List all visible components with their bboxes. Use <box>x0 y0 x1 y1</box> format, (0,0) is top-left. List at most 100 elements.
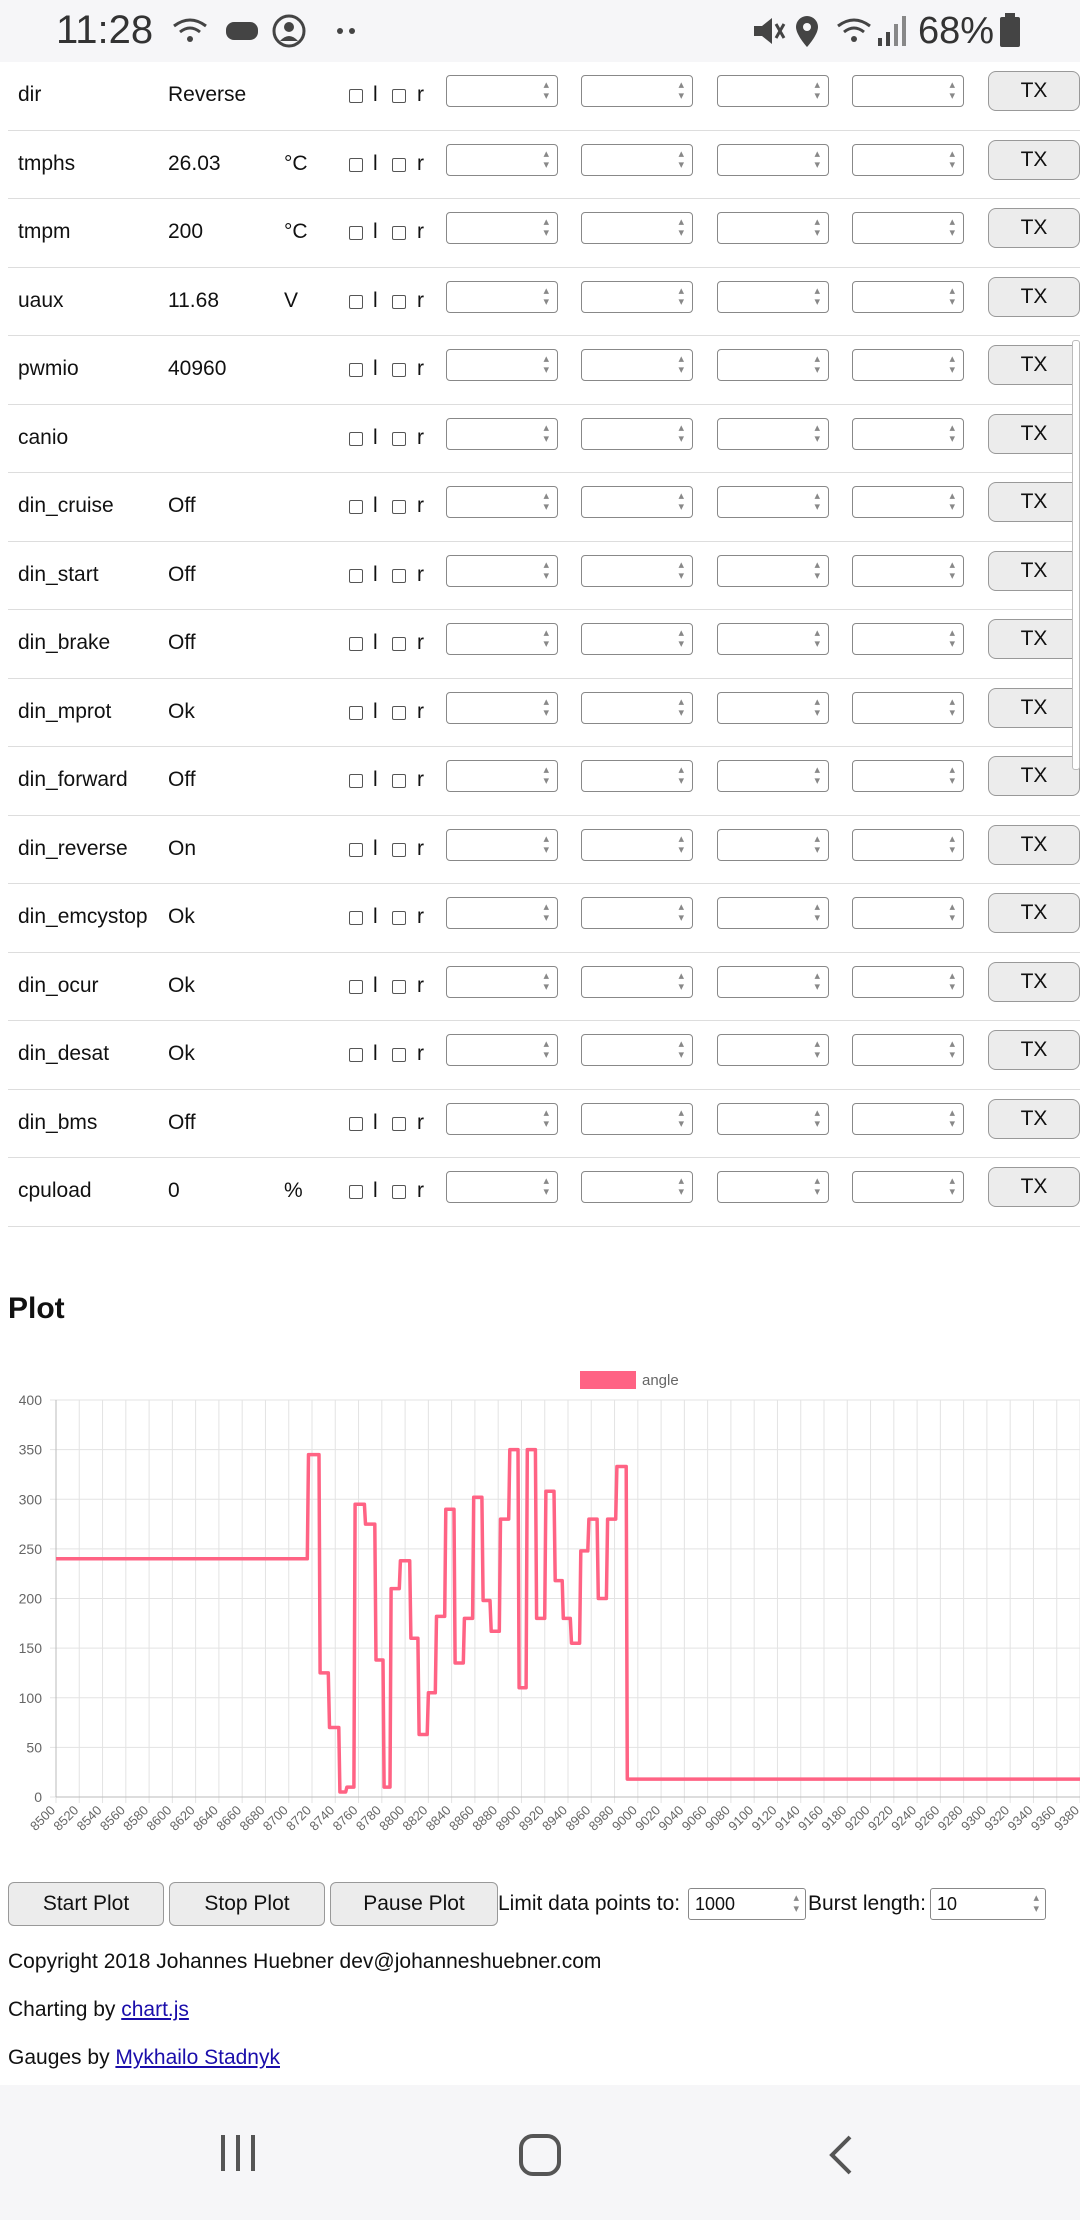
tx-button[interactable]: TX <box>988 1167 1080 1207</box>
read-checkbox[interactable] <box>392 911 406 925</box>
read-checkbox[interactable] <box>392 500 406 514</box>
log-checkbox[interactable] <box>349 842 363 857</box>
param-spin-input-4[interactable]: ▴ ▾ <box>852 897 964 929</box>
param-spin-input-3[interactable]: ▴ ▾ <box>717 828 829 861</box>
param-spin-input-4[interactable]: ▴ ▾ <box>852 1171 964 1203</box>
read-checkbox[interactable] <box>392 842 406 857</box>
param-spin-input-2[interactable]: ▴ ▾ <box>581 280 693 313</box>
param-spin-input-1[interactable]: ▴ ▾ <box>446 75 558 107</box>
spinner-arrows-icon[interactable]: ▴ ▾ <box>678 491 684 513</box>
log-checkbox[interactable] <box>349 774 363 788</box>
log-checkbox[interactable] <box>349 431 363 446</box>
stop-plot-button[interactable]: Stop Plot <box>169 1882 325 1926</box>
spinner-arrows-icon[interactable]: ▴ ▾ <box>949 285 955 308</box>
param-spin-input-1[interactable]: ▴ ▾ <box>446 280 558 313</box>
read-checkbox[interactable] <box>392 363 406 377</box>
log-checkbox[interactable] <box>349 911 363 925</box>
spinner-arrows-icon[interactable]: ▴ ▾ <box>814 491 820 513</box>
spinner-arrows-icon[interactable]: ▴ ▾ <box>814 833 820 856</box>
spinner-arrows-icon[interactable]: ▴ ▾ <box>1033 1893 1039 1915</box>
param-spin-input-2[interactable]: ▴ ▾ <box>581 486 693 518</box>
param-spin-input-1[interactable]: ▴ ▾ <box>446 691 558 724</box>
param-spin-input-2[interactable]: ▴ ▾ <box>581 554 693 587</box>
spinner-arrows-icon[interactable]: ▴ ▾ <box>678 148 684 171</box>
spinner-arrows-icon[interactable]: ▴ ▾ <box>543 80 549 102</box>
tx-button[interactable]: TX <box>988 961 1080 1002</box>
spinner-arrows-icon[interactable]: ▴ ▾ <box>678 902 684 924</box>
param-spin-input-1[interactable]: ▴ ▾ <box>446 212 558 244</box>
read-checkbox[interactable] <box>392 568 406 583</box>
spinner-arrows-icon[interactable]: ▴ ▾ <box>678 422 684 445</box>
gauges-author-link[interactable]: Mykhailo Stadnyk <box>115 2046 280 2069</box>
param-spin-input-3[interactable]: ▴ ▾ <box>717 349 829 381</box>
spinner-arrows-icon[interactable]: ▴ ▾ <box>814 1039 820 1061</box>
log-checkbox[interactable] <box>349 1185 363 1199</box>
tx-button[interactable]: TX <box>988 687 1080 728</box>
spinner-arrows-icon[interactable]: ▴ ▾ <box>949 765 955 787</box>
spinner-arrows-icon[interactable]: ▴ ▾ <box>949 559 955 582</box>
spinner-arrows-icon[interactable]: ▴ ▾ <box>814 217 820 239</box>
log-checkbox[interactable] <box>349 363 363 377</box>
param-spin-input-2[interactable]: ▴ ▾ <box>581 1171 693 1203</box>
spinner-arrows-icon[interactable]: ▴ ▾ <box>543 696 549 719</box>
spinner-arrows-icon[interactable]: ▴ ▾ <box>678 696 684 719</box>
param-spin-input-4[interactable]: ▴ ▾ <box>852 760 964 792</box>
param-spin-input-1[interactable]: ▴ ▾ <box>446 554 558 587</box>
spinner-arrows-icon[interactable]: ▴ ▾ <box>814 80 820 102</box>
spinner-arrows-icon[interactable]: ▴ ▾ <box>949 696 955 719</box>
spinner-arrows-icon[interactable]: ▴ ▾ <box>543 559 549 582</box>
pause-plot-button[interactable]: Pause Plot <box>330 1882 498 1926</box>
burst-length-input[interactable]: 10 ▴ ▾ <box>930 1888 1046 1920</box>
spinner-arrows-icon[interactable]: ▴ ▾ <box>949 148 955 171</box>
param-spin-input-3[interactable]: ▴ ▾ <box>717 1171 829 1203</box>
spinner-arrows-icon[interactable]: ▴ ▾ <box>543 491 549 513</box>
tx-button[interactable]: TX <box>988 276 1080 317</box>
tx-button[interactable]: TX <box>988 1030 1080 1070</box>
param-spin-input-4[interactable]: ▴ ▾ <box>852 828 964 861</box>
log-checkbox[interactable] <box>349 705 363 720</box>
spinner-arrows-icon[interactable]: ▴ ▾ <box>543 285 549 308</box>
spinner-arrows-icon[interactable]: ▴ ▾ <box>814 1107 820 1130</box>
spinner-arrows-icon[interactable]: ▴ ▾ <box>678 1107 684 1130</box>
spinner-arrows-icon[interactable]: ▴ ▾ <box>949 1107 955 1130</box>
tx-button[interactable]: TX <box>988 208 1080 248</box>
scrollbar[interactable] <box>1072 340 1080 770</box>
param-spin-input-3[interactable]: ▴ ▾ <box>717 486 829 518</box>
param-spin-input-3[interactable]: ▴ ▾ <box>717 623 829 655</box>
param-spin-input-1[interactable]: ▴ ▾ <box>446 1034 558 1066</box>
param-spin-input-3[interactable]: ▴ ▾ <box>717 965 829 998</box>
param-spin-input-3[interactable]: ▴ ▾ <box>717 143 829 176</box>
read-checkbox[interactable] <box>392 157 406 172</box>
read-checkbox[interactable] <box>392 294 406 309</box>
spinner-arrows-icon[interactable]: ▴ ▾ <box>814 285 820 308</box>
spinner-arrows-icon[interactable]: ▴ ▾ <box>949 970 955 993</box>
param-spin-input-4[interactable]: ▴ ▾ <box>852 143 964 176</box>
param-spin-input-2[interactable]: ▴ ▾ <box>581 143 693 176</box>
spinner-arrows-icon[interactable]: ▴ ▾ <box>949 217 955 239</box>
spinner-arrows-icon[interactable]: ▴ ▾ <box>814 422 820 445</box>
param-spin-input-2[interactable]: ▴ ▾ <box>581 691 693 724</box>
tx-button[interactable]: TX <box>988 756 1080 796</box>
log-checkbox[interactable] <box>349 157 363 172</box>
spinner-arrows-icon[interactable]: ▴ ▾ <box>678 217 684 239</box>
spinner-arrows-icon[interactable]: ▴ ▾ <box>678 1039 684 1061</box>
spinner-arrows-icon[interactable]: ▴ ▾ <box>678 80 684 102</box>
read-checkbox[interactable] <box>392 1185 406 1199</box>
spinner-arrows-icon[interactable]: ▴ ▾ <box>678 285 684 308</box>
spinner-arrows-icon[interactable]: ▴ ▾ <box>949 833 955 856</box>
spinner-arrows-icon[interactable]: ▴ ▾ <box>543 148 549 171</box>
spinner-arrows-icon[interactable]: ▴ ▾ <box>543 354 549 376</box>
param-spin-input-4[interactable]: ▴ ▾ <box>852 1102 964 1135</box>
param-spin-input-4[interactable]: ▴ ▾ <box>852 691 964 724</box>
spinner-arrows-icon[interactable]: ▴ ▾ <box>814 148 820 171</box>
tx-button[interactable]: TX <box>988 1098 1080 1139</box>
param-spin-input-2[interactable]: ▴ ▾ <box>581 1102 693 1135</box>
param-spin-input-2[interactable]: ▴ ▾ <box>581 897 693 929</box>
param-spin-input-2[interactable]: ▴ ▾ <box>581 1034 693 1066</box>
log-checkbox[interactable] <box>349 294 363 309</box>
param-spin-input-4[interactable]: ▴ ▾ <box>852 280 964 313</box>
spinner-arrows-icon[interactable]: ▴ ▾ <box>543 970 549 993</box>
tx-button[interactable]: TX <box>988 619 1080 659</box>
param-spin-input-4[interactable]: ▴ ▾ <box>852 349 964 381</box>
read-checkbox[interactable] <box>392 431 406 446</box>
